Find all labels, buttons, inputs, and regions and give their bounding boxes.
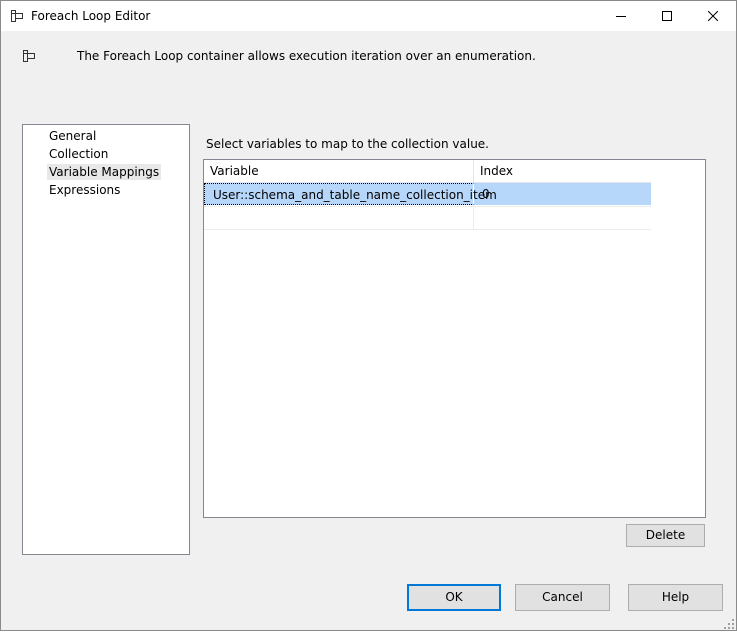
cancel-button[interactable]: Cancel xyxy=(515,584,610,611)
header-description: The Foreach Loop container allows execut… xyxy=(77,49,536,63)
maximize-icon xyxy=(662,11,672,21)
new-variable-cell[interactable] xyxy=(204,207,474,229)
variable-cell[interactable]: User::schema_and_table_name_collection_i… xyxy=(204,183,497,205)
window-title: Foreach Loop Editor xyxy=(31,9,151,23)
help-button[interactable]: Help xyxy=(628,584,723,611)
nav-item-expressions[interactable]: Expressions xyxy=(47,182,122,198)
variable-mappings-grid[interactable]: Variable Index User::schema_and_table_na… xyxy=(203,159,706,518)
column-header-variable[interactable]: Variable xyxy=(204,160,474,182)
nav-item-variable-mappings[interactable]: Variable Mappings xyxy=(47,164,162,180)
resize-grip-icon[interactable] xyxy=(723,618,735,630)
maximize-button[interactable] xyxy=(644,1,690,31)
mappings-instruction: Select variables to map to the collectio… xyxy=(206,137,489,151)
foreach-container-icon xyxy=(10,9,24,23)
index-cell[interactable]: 0 xyxy=(474,183,651,205)
new-row[interactable] xyxy=(204,206,651,230)
minimize-icon xyxy=(616,16,626,17)
table-row[interactable]: User::schema_and_table_name_collection_i… xyxy=(204,183,651,205)
title-bar: Foreach Loop Editor xyxy=(1,1,736,31)
new-index-cell[interactable] xyxy=(474,207,651,229)
foreach-loop-icon xyxy=(22,49,36,63)
close-icon xyxy=(708,11,718,21)
nav-panel: General Collection Variable Mappings Exp… xyxy=(22,124,190,555)
minimize-button[interactable] xyxy=(598,1,644,31)
nav-item-general[interactable]: General xyxy=(47,128,98,144)
close-button[interactable] xyxy=(690,1,736,31)
foreach-loop-editor-window: Foreach Loop Editor The Foreach Loop con… xyxy=(0,0,737,631)
nav-item-collection[interactable]: Collection xyxy=(47,146,110,162)
grid-header: Variable Index xyxy=(204,160,651,183)
column-header-index[interactable]: Index xyxy=(474,160,651,182)
ok-button[interactable]: OK xyxy=(407,584,501,611)
delete-button[interactable]: Delete xyxy=(626,524,705,547)
